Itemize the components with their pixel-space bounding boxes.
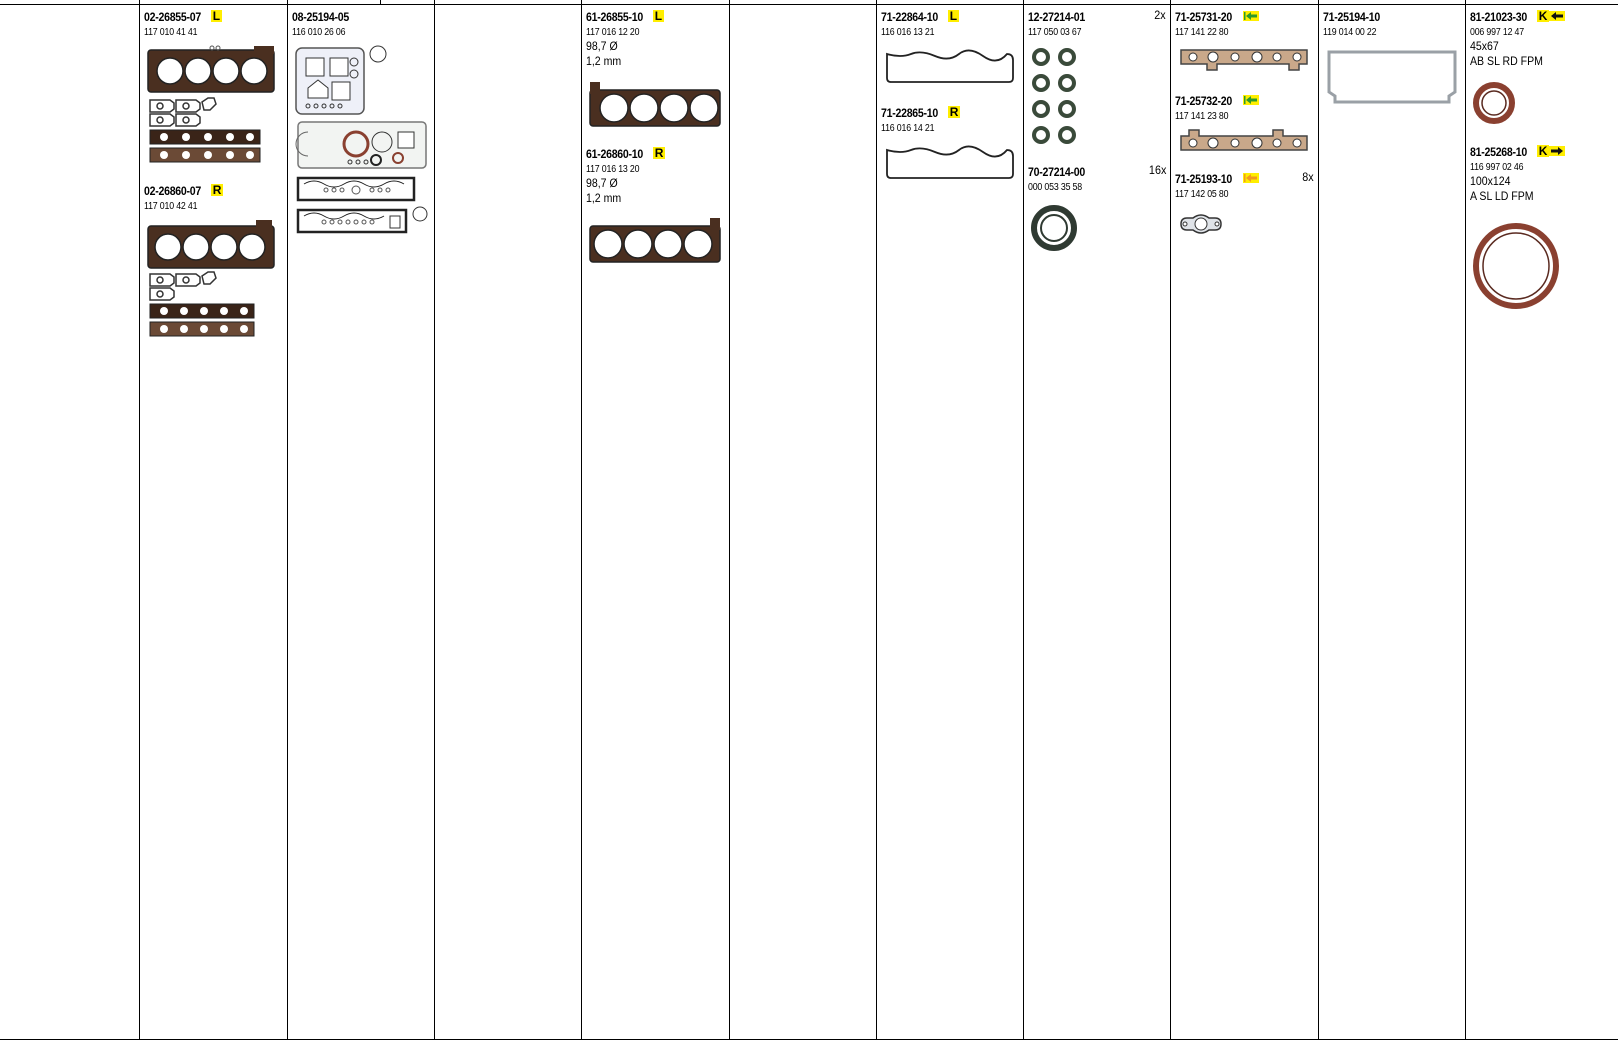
oe-number: 117 016 13 20 — [586, 164, 640, 175]
size-spec: 45x67 — [1470, 39, 1499, 53]
thickness-spec: 1,2 mm — [586, 54, 622, 68]
part-number[interactable]: 71-22864-10 — [881, 10, 938, 24]
intake-manifold-gasket-drawing — [1180, 49, 1308, 71]
part-entry[interactable]: 61-26860-10 R 117 016 13 20 98,7 Ø 1,2 mm — [586, 145, 725, 206]
rear-crank-seal-drawing — [1473, 223, 1559, 309]
head-gasket-set-drawing — [147, 220, 275, 337]
oe-number: 117 141 23 80 — [1175, 111, 1229, 122]
quantity: 2x — [1154, 8, 1166, 22]
oe-number: 117 010 41 41 — [144, 27, 198, 38]
bore-spec: 98,7 Ø — [586, 39, 618, 53]
head-gasket-drawing — [589, 218, 721, 263]
part-number[interactable]: 61-26855-10 — [586, 10, 643, 24]
part-number[interactable]: 61-26860-10 — [586, 147, 643, 161]
size-spec: 100x124 — [1470, 174, 1511, 188]
oe-number: 116 016 13 21 — [881, 27, 935, 38]
part-entry[interactable]: 81-21023-30 K 006 997 12 47 45x67 AB SL R… — [1470, 8, 1612, 69]
type-spec: AB SL RD FPM — [1470, 54, 1543, 68]
column-oil-pan-gasket: 71-25194-10 119 014 00 22 — [1319, 0, 1465, 1040]
valve-stem-seals-drawing — [1032, 48, 1076, 144]
part-number[interactable]: 12-27214-01 — [1028, 10, 1085, 24]
column-head-gaskets: 61-26855-10 L 117 016 12 20 98,7 Ø 1,2 mm… — [582, 0, 729, 1040]
arrow-left-icon — [1549, 11, 1566, 21]
oe-number: 117 050 03 67 — [1028, 27, 1082, 38]
part-entry[interactable]: 61-26855-10 L 117 016 12 20 98,7 Ø 1,2 mm — [586, 8, 725, 69]
part-number[interactable]: 70-27214-00 — [1028, 165, 1085, 179]
column-seals: 12-27214-01 2x 117 050 03 67 70-27214-00… — [1024, 0, 1170, 1040]
column-manifold-gaskets: 71-25731-20 117 141 22 80 71-25732-20 11… — [1171, 0, 1318, 1040]
oe-number: 116 997 02 46 — [1470, 162, 1524, 173]
oe-number: 119 014 00 22 — [1323, 27, 1377, 38]
part-entry[interactable]: 02-26860-07 R 117 010 42 41 — [144, 182, 283, 213]
column-empty — [730, 0, 876, 1040]
oe-number: 000 053 35 58 — [1028, 182, 1082, 193]
valve-cover-gasket-drawing — [886, 49, 1014, 83]
bore-spec: 98,7 Ø — [586, 176, 618, 190]
side-badge: R — [947, 105, 961, 119]
column-full-gasket-set: 08-25194-05 116 010 26 06 — [288, 0, 434, 1040]
front-crank-seal-drawing — [1473, 82, 1515, 124]
oe-number: 006 997 12 47 — [1470, 27, 1524, 38]
part-entry[interactable]: 71-22864-10 L 116 016 13 21 — [881, 8, 1019, 39]
side-badge: L — [947, 9, 960, 23]
side-badge: R — [652, 146, 666, 160]
oe-number: 116 010 26 06 — [292, 27, 346, 38]
part-number[interactable]: 02-26860-07 — [144, 184, 201, 198]
part-entry[interactable]: 81-25268-10 K 116 997 02 46 100x124 A SL … — [1470, 143, 1612, 204]
part-number[interactable]: 71-25732-20 — [1175, 94, 1232, 108]
side-badge: L — [652, 9, 665, 23]
side-badge: L — [210, 9, 223, 23]
thickness-spec: 1,2 mm — [586, 191, 622, 205]
arrow-left-icon — [1242, 95, 1259, 105]
k-badge: K — [1536, 144, 1550, 158]
part-entry[interactable]: 12-27214-01 2x 117 050 03 67 — [1028, 8, 1166, 39]
part-number[interactable]: 71-25193-10 — [1175, 172, 1232, 186]
intake-manifold-gasket-drawing — [1180, 129, 1308, 151]
part-number[interactable]: 71-22865-10 — [881, 106, 938, 120]
column-valve-cover-gaskets: 71-22864-10 L 116 016 13 21 71-22865-10 R … — [877, 0, 1023, 1040]
oil-pan-gasket-drawing — [1327, 50, 1457, 104]
column-empty — [435, 0, 581, 1040]
quantity: 16x — [1148, 163, 1166, 177]
arrow-right-icon — [1549, 146, 1566, 156]
part-entry[interactable]: 70-27214-00 16x 000 053 35 58 — [1028, 163, 1166, 194]
oe-number: 117 141 22 80 — [1175, 27, 1229, 38]
column-crankshaft-seals: 81-21023-30 K 006 997 12 47 45x67 AB SL R… — [1466, 0, 1616, 1040]
part-number[interactable]: 71-25731-20 — [1175, 10, 1232, 24]
oe-number: 117 010 42 41 — [144, 201, 198, 212]
oil-seal-drawing — [1031, 205, 1077, 251]
part-entry[interactable]: 71-25193-10 8x 117 142 05 80 — [1175, 170, 1314, 201]
part-number[interactable]: 02-26855-07 — [144, 10, 201, 24]
arrow-left-icon — [1242, 173, 1259, 183]
full-gasket-set-drawing — [295, 45, 428, 234]
part-entry[interactable]: 08-25194-05 116 010 26 06 — [292, 8, 430, 39]
part-number[interactable]: 71-25194-10 — [1323, 10, 1380, 24]
part-entry[interactable]: 71-25731-20 117 141 22 80 — [1175, 8, 1314, 39]
valve-cover-gasket-drawing — [886, 145, 1014, 179]
arrow-left-icon — [1242, 11, 1259, 21]
type-spec: A SL LD FPM — [1470, 189, 1534, 203]
part-number[interactable]: 81-25268-10 — [1470, 145, 1527, 159]
k-badge: K — [1536, 9, 1550, 23]
head-gasket-set-drawing — [147, 45, 275, 163]
part-entry[interactable]: 02-26855-07 L 117 010 41 41 — [144, 8, 283, 39]
part-number[interactable]: 81-21023-30 — [1470, 10, 1527, 24]
side-badge: R — [210, 183, 224, 197]
exhaust-port-gasket-drawing — [1180, 214, 1222, 234]
head-gasket-drawing — [589, 82, 721, 127]
column-cylinder-head-sets: 02-26855-07 L 117 010 41 41 02-26860-07 R … — [140, 0, 287, 1040]
part-entry[interactable]: 71-25732-20 117 141 23 80 — [1175, 92, 1314, 123]
oe-number: 116 016 14 21 — [881, 123, 935, 134]
part-entry[interactable]: 71-25194-10 119 014 00 22 — [1323, 8, 1461, 39]
quantity: 8x — [1302, 170, 1314, 184]
oe-number: 117 142 05 80 — [1175, 189, 1229, 200]
part-entry[interactable]: 71-22865-10 R 116 016 14 21 — [881, 104, 1019, 135]
oe-number: 117 016 12 20 — [586, 27, 640, 38]
part-number[interactable]: 08-25194-05 — [292, 10, 349, 24]
